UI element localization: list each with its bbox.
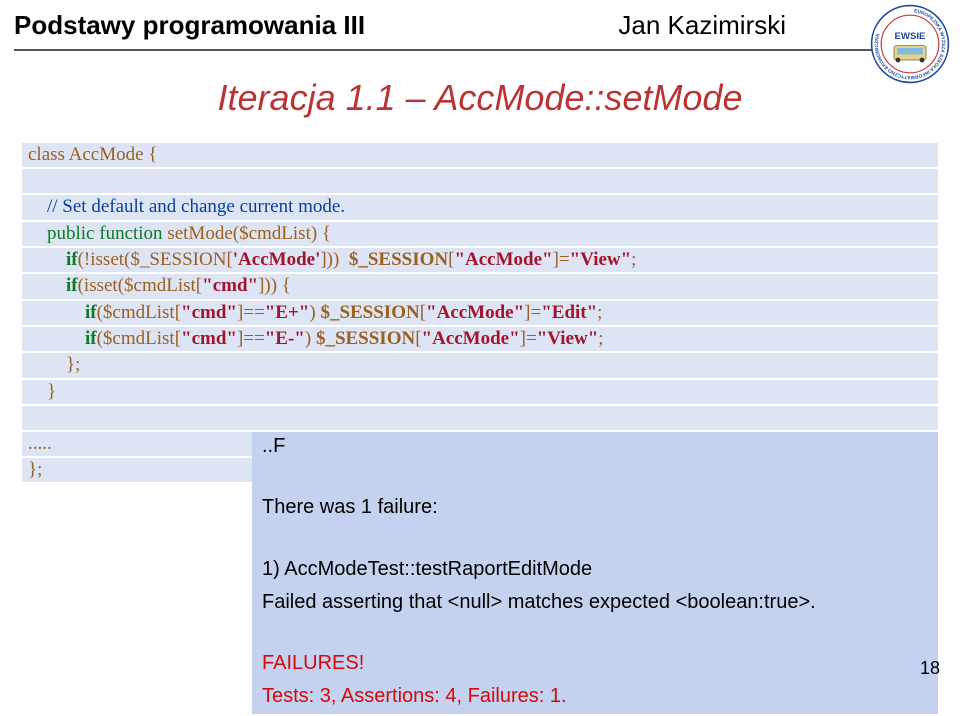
slide-body: Iteracja 1.1 – AccMode::setMode class Ac… [0,51,960,716]
code-line: }; [28,354,80,375]
code-line [22,169,938,193]
slide-title: Iteracja 1.1 – AccMode::setMode [22,77,938,119]
code-line: } [28,381,56,402]
code-line: class AccMode { [28,144,157,165]
code-line: }; [28,459,42,480]
code-line: if(!isset($_SESSION['AccMode'])) $_SESSI… [22,248,938,272]
test-failures-heading: FAILURES! [252,649,938,679]
author-name: Jan Kazimirski [618,10,786,41]
test-output-line: Failed asserting that <null> matches exp… [252,588,938,618]
test-output-block: ..F There was 1 failure: 1) AccModeTest:… [252,432,938,715]
test-output-line [252,620,938,646]
test-output-line [252,526,938,552]
code-line: public function setMode($cmdList) { [22,222,938,246]
code-line: if($cmdList["cmd"]=="E-") $_SESSION["Acc… [22,327,938,351]
code-result-row: ..... }; ..F There was 1 failure: 1) Acc… [22,432,938,716]
code-block: class AccMode { // Set default and chang… [22,143,938,716]
test-output-line: 1) AccModeTest::testRaportEditMode [252,555,938,585]
page-number: 18 [920,658,940,679]
school-logo: EUROPEJSKA WYŻSZA SZKOŁA INFORMATYCZNO-E… [870,4,950,84]
code-line: if(isset($cmdList["cmd"])) { [22,274,938,298]
test-output-line: ..F [252,432,938,462]
code-line [22,406,938,430]
code-line: ..... [28,433,52,454]
code-comment: // Set default and change current mode. [47,196,345,217]
logo-center-text: EWSIE [895,31,927,42]
code-line: if($cmdList["cmd"]=="E+") $_SESSION["Acc… [22,301,938,325]
test-output-line [252,464,938,490]
test-failures-summary: Tests: 3, Assertions: 4, Failures: 1. [252,682,938,712]
slide-header: Podstawy programowania III Jan Kazimirsk… [0,0,960,45]
test-output-line: There was 1 failure: [252,493,938,523]
course-title: Podstawy programowania III [14,10,365,41]
